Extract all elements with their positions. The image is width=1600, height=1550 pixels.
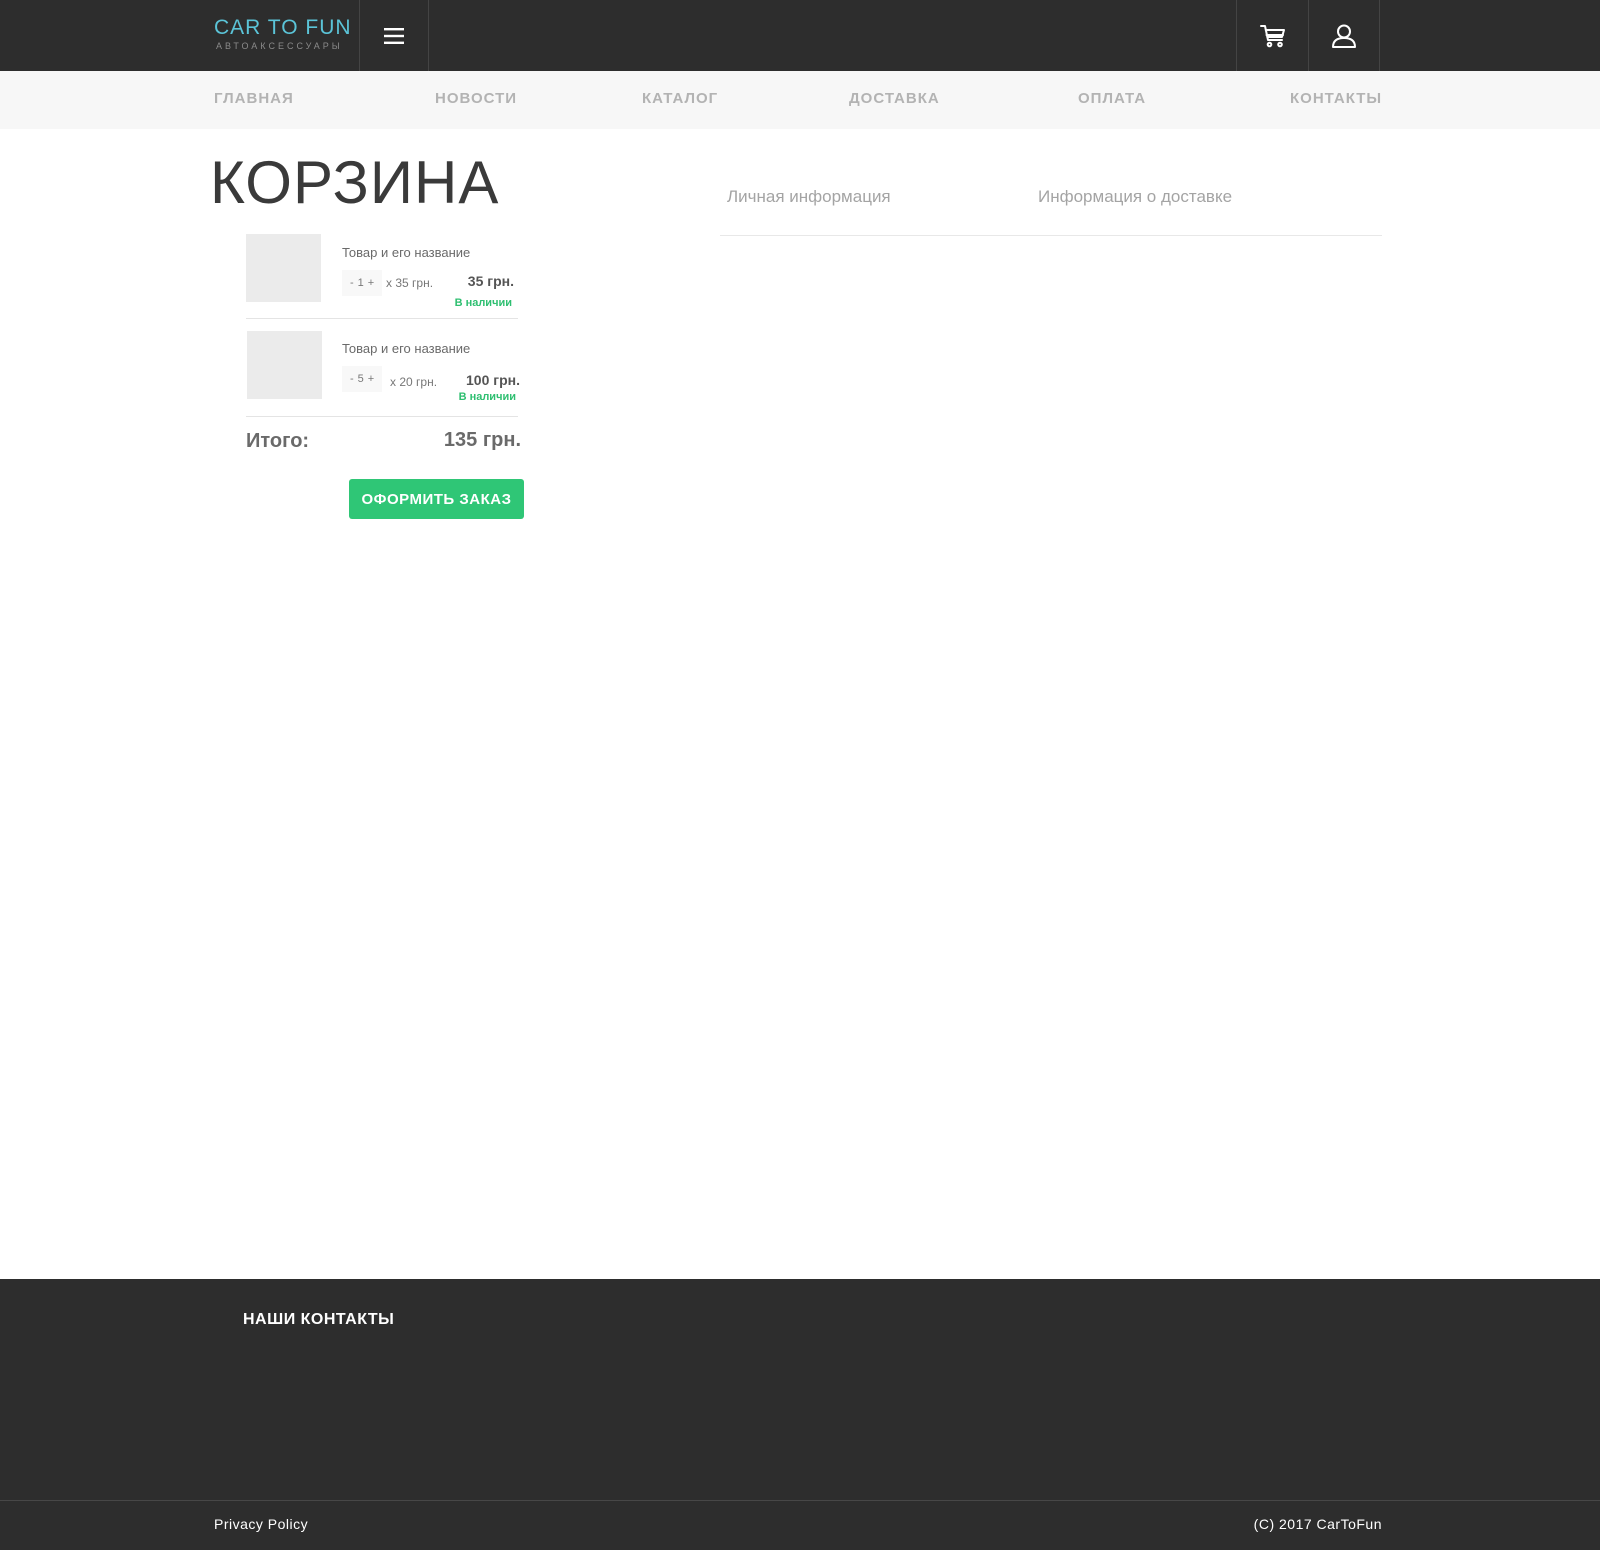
item-divider <box>246 318 518 319</box>
quantity-value: 5 <box>357 373 364 385</box>
product-thumbnail[interactable] <box>246 234 321 302</box>
product-thumbnail[interactable] <box>247 331 322 399</box>
brand-subtitle: АВТОАКСЕССУАРЫ <box>216 41 343 51</box>
brand-logo[interactable]: CAR TO FUN АВТОАКСЕССУАРЫ <box>214 16 352 52</box>
cart-button[interactable] <box>1236 0 1308 71</box>
nav-item-home[interactable]: ГЛАВНАЯ <box>214 90 294 107</box>
nav-item-news[interactable]: НОВОСТИ <box>435 90 517 107</box>
tab-personal-info[interactable]: Личная информация <box>727 187 891 207</box>
page: CAR TO FUN АВТОАКСЕССУАРЫ ГЛАВНАЯ НОВОСТ… <box>0 0 1600 1550</box>
top-header: CAR TO FUN АВТОАКСЕССУАРЫ <box>0 0 1600 71</box>
shopping-cart-icon <box>1259 24 1285 47</box>
cart-item: Товар и его название - 5 + x 20 грн. 100… <box>246 331 520 417</box>
quantity-increase-button[interactable]: + <box>368 270 374 296</box>
quantity-stepper: - 5 + <box>342 366 383 392</box>
cart-item: Товар и его название - 1 + x 35 грн. 35 … <box>246 234 520 320</box>
stock-status: В наличии <box>458 391 516 403</box>
menu-button[interactable] <box>359 0 429 71</box>
item-divider <box>246 416 518 417</box>
place-order-button[interactable]: ОФОРМИТЬ ЗАКАЗ <box>349 479 524 519</box>
nav-item-catalog[interactable]: КАТАЛОГ <box>642 90 718 107</box>
footer: НАШИ КОНТАКТЫ Privacy Policy (C) 2017 Ca… <box>0 1279 1600 1550</box>
privacy-policy-link[interactable]: Privacy Policy <box>214 1516 308 1532</box>
unit-price: x 20 грн. <box>390 375 438 389</box>
hamburger-menu-icon <box>384 27 404 44</box>
quantity-decrease-button[interactable]: - <box>350 366 354 392</box>
quantity-increase-button[interactable]: + <box>368 366 374 392</box>
nav-item-payment[interactable]: ОПЛАТА <box>1078 90 1146 107</box>
unit-price: x 35 грн. <box>386 276 434 290</box>
nav-item-delivery[interactable]: ДОСТАВКА <box>849 90 940 107</box>
main-nav: ГЛАВНАЯ НОВОСТИ КАТАЛОГ ДОСТАВКА ОПЛАТА … <box>0 71 1600 129</box>
stock-status: В наличии <box>454 297 512 309</box>
footer-contacts-title: НАШИ КОНТАКТЫ <box>243 1311 395 1328</box>
item-total: 100 грн. <box>466 372 520 388</box>
sum-label: Итого: <box>246 430 310 452</box>
product-name[interactable]: Товар и его название <box>342 245 470 260</box>
user-account-button[interactable] <box>1308 0 1380 71</box>
brand-name: CAR TO FUN <box>214 16 352 39</box>
quantity-decrease-button[interactable]: - <box>350 270 354 296</box>
copyright-text: (C) 2017 CarToFun <box>1253 1516 1382 1532</box>
product-name[interactable]: Товар и его название <box>342 341 470 356</box>
tab-delivery-info[interactable]: Информация о доставке <box>1038 187 1232 207</box>
tabs-divider <box>720 235 1382 236</box>
nav-item-contacts[interactable]: КОНТАКТЫ <box>1290 90 1382 107</box>
sum-value: 135 грн. <box>443 429 521 451</box>
user-icon <box>1332 24 1356 48</box>
quantity-value: 1 <box>357 277 364 289</box>
footer-divider <box>0 1500 1600 1501</box>
item-total: 35 грн. <box>467 273 514 289</box>
quantity-stepper: - 1 + <box>342 270 383 296</box>
page-title: КОРЗИНА <box>210 149 500 216</box>
